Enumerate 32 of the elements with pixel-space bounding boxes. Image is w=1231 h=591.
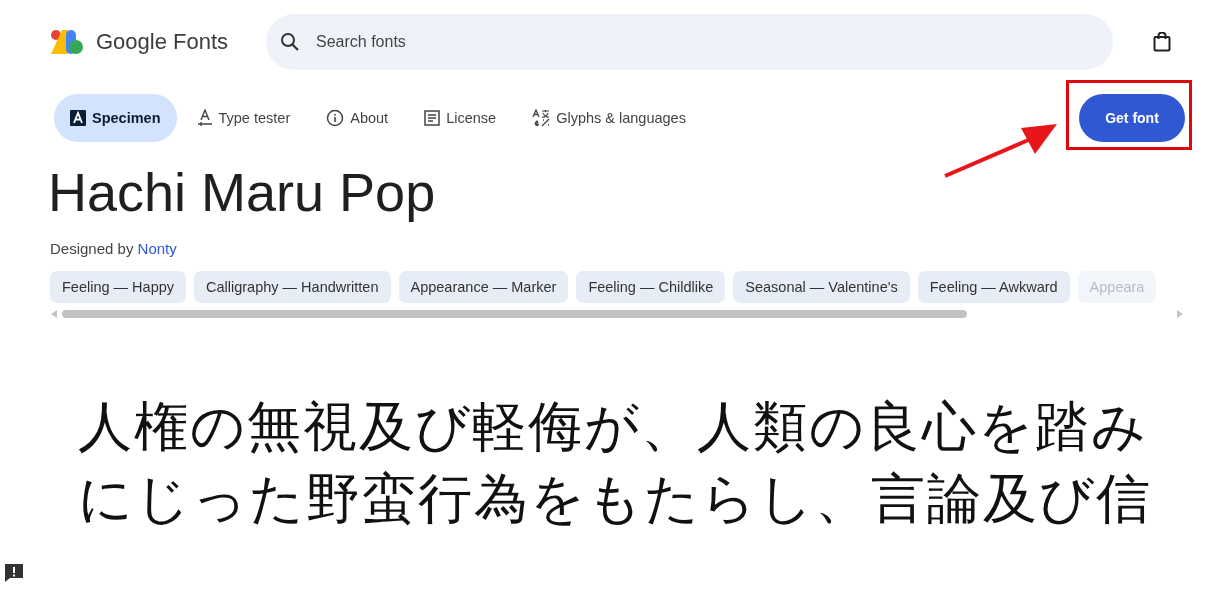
tag-chip[interactable]: Feeling — Childlike — [576, 271, 726, 303]
tag-chip[interactable]: Appearance — Marker — [398, 271, 569, 303]
tab[interactable]: Glyphs & languages — [516, 94, 702, 142]
sample-text: 人権の無視及び軽侮が、人類の良心を踏み — [78, 394, 1149, 460]
shopping-bag-icon[interactable] — [1153, 32, 1171, 52]
tab[interactable]: About — [310, 94, 405, 142]
designed-by-label: Designed by — [50, 240, 134, 257]
scrollbar-thumb[interactable] — [62, 310, 967, 318]
tag-chip[interactable]: Seasonal — Valentine's — [733, 271, 910, 303]
info-icon — [326, 109, 345, 127]
tab[interactable]: Type tester — [180, 94, 307, 142]
feedback-icon[interactable] — [4, 563, 24, 583]
logo-icon — [50, 29, 84, 55]
letter-a-icon — [70, 110, 86, 126]
tab[interactable]: Specimen — [54, 94, 177, 142]
scroll-left-icon[interactable] — [50, 309, 58, 319]
search-bar[interactable]: Search fonts — [266, 14, 1113, 70]
glyphs-icon — [532, 109, 551, 127]
tab[interactable]: License — [408, 94, 513, 142]
tag-chip[interactable]: Feeling — Happy — [50, 271, 187, 303]
type-tester-icon — [196, 109, 213, 127]
get-font-button[interactable]: Get font — [1079, 94, 1185, 142]
designer-link[interactable]: Nonty — [137, 240, 177, 257]
scroll-right-icon[interactable] — [1176, 309, 1184, 319]
logo-text[interactable]: Google Fonts — [96, 29, 229, 55]
tag-chip[interactable]: Calligraphy — Handwritten — [194, 271, 391, 303]
font-title: Hachi Maru Pop — [48, 161, 437, 224]
tag-chip[interactable]: Feeling — Awkward — [917, 271, 1070, 303]
search-icon — [280, 32, 300, 52]
sample-text: にじった野蛮行為をもたらし、言論及び信 — [78, 466, 1153, 532]
document-icon — [424, 110, 441, 126]
search-field[interactable]: Search fonts — [314, 32, 1018, 52]
